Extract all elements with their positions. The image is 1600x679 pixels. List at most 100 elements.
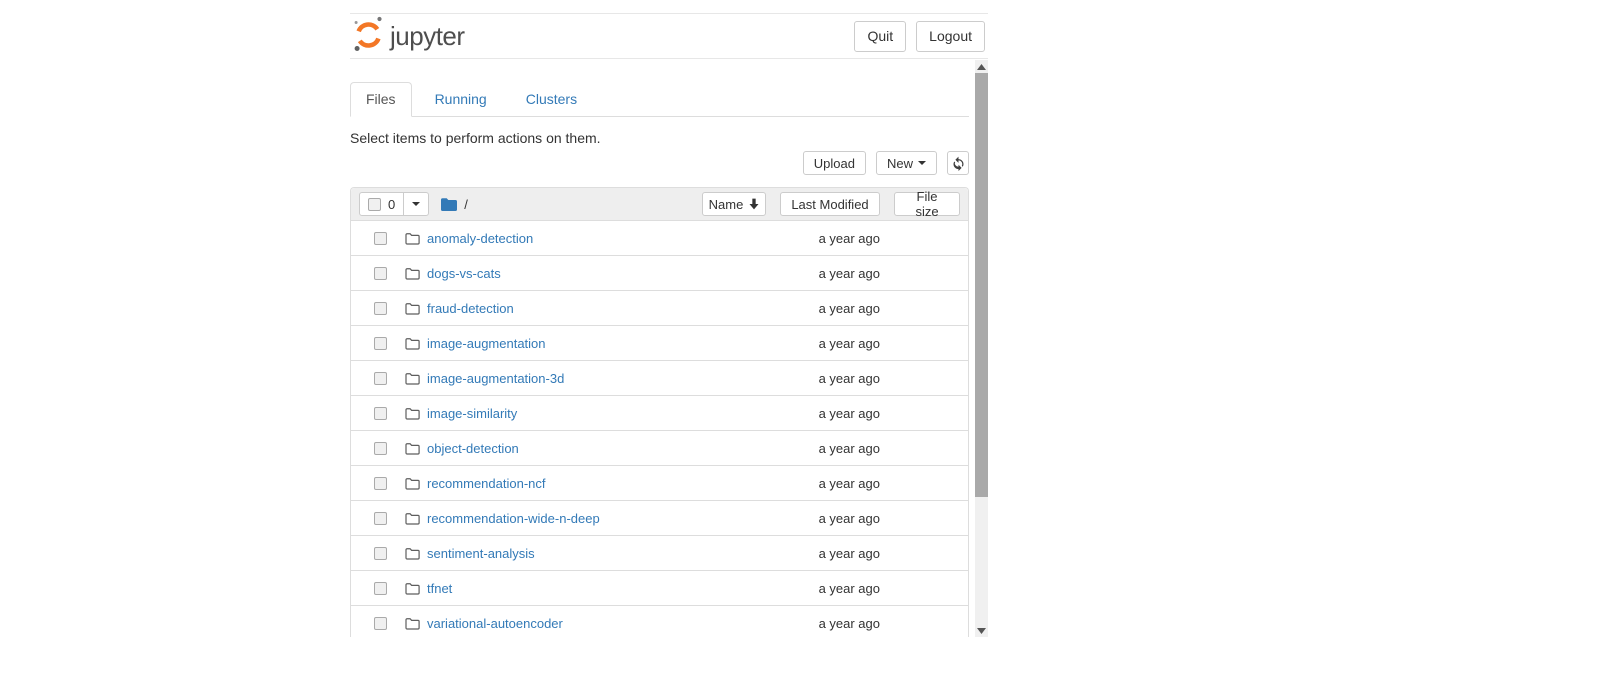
refresh-button[interactable] — [947, 151, 969, 175]
folder-outline-icon — [405, 477, 420, 490]
file-list: 0 / — [350, 187, 969, 637]
scrollbar-thumb[interactable] — [975, 73, 988, 497]
table-row: recommendation-ncf a year ago — [351, 466, 968, 501]
sort-name-button[interactable]: Name — [702, 192, 766, 216]
folder-link[interactable]: object-detection — [427, 441, 519, 456]
tab-files[interactable]: Files — [350, 82, 412, 117]
table-row: image-similarity a year ago — [351, 396, 968, 431]
folder-outline-icon — [405, 337, 420, 350]
folder-link[interactable]: dogs-vs-cats — [427, 266, 501, 281]
select-dropdown-button[interactable] — [403, 192, 429, 216]
jupyter-logo-icon — [352, 15, 385, 58]
upload-button[interactable]: Upload — [803, 151, 866, 175]
table-row: anomaly-detection a year ago — [351, 221, 968, 256]
last-modified-value: a year ago — [819, 406, 880, 421]
tab-bar: Files Running Clusters — [350, 82, 969, 117]
refresh-icon — [951, 156, 966, 171]
vertical-scrollbar[interactable] — [975, 60, 988, 637]
chevron-down-icon — [918, 161, 926, 165]
folder-outline-icon — [405, 617, 420, 630]
table-row: variational-autoencoder a year ago — [351, 606, 968, 637]
row-checkbox[interactable] — [374, 372, 387, 385]
scrollbar-down-arrow-icon[interactable] — [975, 624, 988, 637]
folder-outline-icon — [405, 232, 420, 245]
folder-icon — [441, 198, 457, 211]
last-modified-value: a year ago — [819, 441, 880, 456]
select-all-button[interactable]: 0 — [359, 192, 404, 216]
last-modified-value: a year ago — [819, 336, 880, 351]
row-checkbox[interactable] — [374, 442, 387, 455]
select-all-checkbox[interactable] — [368, 198, 381, 211]
row-checkbox[interactable] — [374, 617, 387, 630]
folder-outline-icon — [405, 512, 420, 525]
table-row: object-detection a year ago — [351, 431, 968, 466]
folder-link[interactable]: image-augmentation-3d — [427, 371, 564, 386]
folder-link[interactable]: recommendation-ncf — [427, 476, 546, 491]
new-dropdown-button[interactable]: New — [876, 151, 937, 175]
last-modified-value: a year ago — [819, 301, 880, 316]
folder-link[interactable]: image-augmentation — [427, 336, 546, 351]
folder-outline-icon — [405, 407, 420, 420]
app-header: jupyter Quit Logout — [350, 13, 988, 59]
last-modified-value: a year ago — [819, 371, 880, 386]
arrow-down-icon — [749, 198, 759, 210]
folder-outline-icon — [405, 582, 420, 595]
row-checkbox[interactable] — [374, 547, 387, 560]
table-row: dogs-vs-cats a year ago — [351, 256, 968, 291]
folder-link[interactable]: image-similarity — [427, 406, 517, 421]
folder-link[interactable]: recommendation-wide-n-deep — [427, 511, 600, 526]
row-checkbox[interactable] — [374, 267, 387, 280]
last-modified-value: a year ago — [819, 546, 880, 561]
file-list-header: 0 / — [351, 188, 968, 221]
selected-count: 0 — [388, 197, 395, 212]
folder-link[interactable]: anomaly-detection — [427, 231, 533, 246]
breadcrumb-root-link[interactable]: / — [464, 197, 468, 212]
select-button-group: 0 — [359, 192, 429, 216]
last-modified-value: a year ago — [819, 616, 880, 631]
scrollbar-up-arrow-icon[interactable] — [975, 60, 988, 73]
instructions-text: Select items to perform actions on them. — [350, 130, 969, 147]
row-checkbox[interactable] — [374, 512, 387, 525]
sort-name-label: Name — [709, 197, 744, 212]
table-row: tfnet a year ago — [351, 571, 968, 606]
table-row: image-augmentation a year ago — [351, 326, 968, 361]
jupyter-logo: jupyter — [352, 15, 465, 58]
jupyter-file-browser: jupyter Quit Logout Files Running Cluste… — [350, 0, 988, 679]
last-modified-value: a year ago — [819, 581, 880, 596]
folder-outline-icon — [405, 442, 420, 455]
breadcrumb: / — [441, 197, 468, 212]
file-rows: anomaly-detection a year ago dogs-vs-cat… — [351, 221, 968, 637]
folder-outline-icon — [405, 547, 420, 560]
last-modified-value: a year ago — [819, 231, 880, 246]
folder-outline-icon — [405, 267, 420, 280]
table-row: sentiment-analysis a year ago — [351, 536, 968, 571]
row-checkbox[interactable] — [374, 302, 387, 315]
logo-text: jupyter — [390, 21, 465, 52]
tab-running[interactable]: Running — [419, 82, 503, 117]
logout-button[interactable]: Logout — [916, 21, 985, 52]
row-checkbox[interactable] — [374, 407, 387, 420]
sort-file-size-button[interactable]: File size — [894, 192, 960, 216]
folder-outline-icon — [405, 302, 420, 315]
row-checkbox[interactable] — [374, 477, 387, 490]
row-checkbox[interactable] — [374, 337, 387, 350]
last-modified-value: a year ago — [819, 266, 880, 281]
row-checkbox[interactable] — [374, 232, 387, 245]
folder-outline-icon — [405, 372, 420, 385]
last-modified-value: a year ago — [819, 476, 880, 491]
folder-link[interactable]: tfnet — [427, 581, 452, 596]
table-row: fraud-detection a year ago — [351, 291, 968, 326]
tab-clusters[interactable]: Clusters — [510, 82, 593, 117]
table-row: recommendation-wide-n-deep a year ago — [351, 501, 968, 536]
sort-last-modified-button[interactable]: Last Modified — [780, 192, 880, 216]
row-checkbox[interactable] — [374, 582, 387, 595]
last-modified-value: a year ago — [819, 511, 880, 526]
header-buttons: Quit Logout — [854, 21, 985, 52]
chevron-down-icon — [412, 202, 420, 206]
toolbar: Upload New — [350, 151, 969, 175]
folder-link[interactable]: sentiment-analysis — [427, 546, 535, 561]
folder-link[interactable]: variational-autoencoder — [427, 616, 563, 631]
folder-link[interactable]: fraud-detection — [427, 301, 514, 316]
table-row: image-augmentation-3d a year ago — [351, 361, 968, 396]
quit-button[interactable]: Quit — [854, 21, 906, 52]
